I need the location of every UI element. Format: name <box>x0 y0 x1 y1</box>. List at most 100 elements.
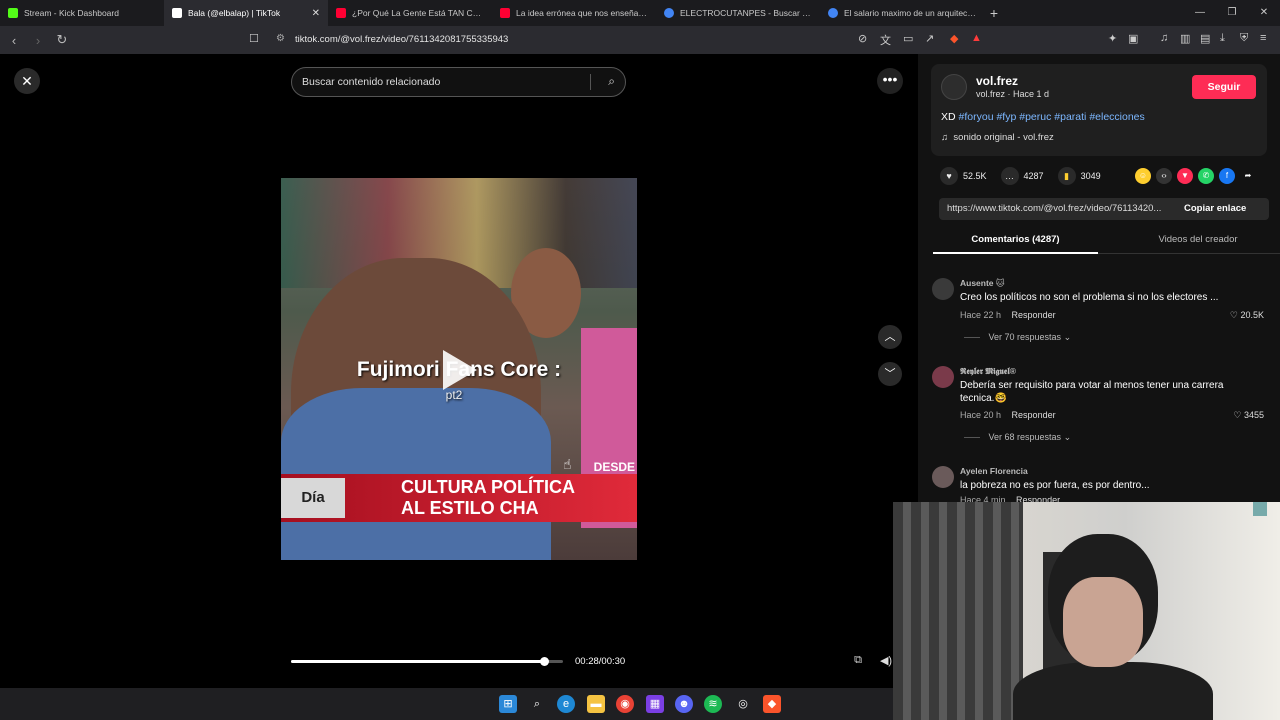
browser-tab[interactable]: ELECTROCUTANPES - Buscar con Goo <box>656 0 820 26</box>
comment-text: la pobreza no es por fuera, es por dentr… <box>960 480 1150 491</box>
comment-like[interactable]: ♡ 3455 <box>1233 410 1264 421</box>
embed-icon[interactable]: ‹› <box>1156 168 1172 184</box>
windows-start-icon[interactable]: ⊞ <box>499 695 517 713</box>
comment-author[interactable]: 𝕽𝖊𝖞𝖑𝖊𝖗 𝕸𝖎𝖌𝖚𝖊𝖑® <box>960 366 1016 377</box>
progress-knob[interactable] <box>539 657 549 666</box>
tab-title: Bala (@elbalap) | TikTok <box>188 8 281 18</box>
app-grid-icon[interactable]: ▦ <box>646 695 664 713</box>
bookmark-icon[interactable]: ☐ <box>249 32 259 45</box>
vpn-icon[interactable]: ⛨ <box>1240 32 1248 45</box>
chevron-down-icon: ⌄ <box>1063 432 1072 442</box>
search-input[interactable] <box>302 76 592 88</box>
chevron-down-icon: ⌄ <box>1063 332 1072 342</box>
translate-off-icon[interactable]: ⊘ <box>858 32 867 45</box>
extensions-icon[interactable]: ✦ <box>1108 32 1117 45</box>
hashtag-link[interactable]: #elecciones <box>1089 111 1144 123</box>
video-player[interactable]: Fujimori Fans Core : pt2 DESDE Día CULTU… <box>281 54 637 688</box>
avatar[interactable] <box>932 466 954 488</box>
brave-shield-icon[interactable]: ◆ <box>950 32 958 45</box>
spotify-icon[interactable]: ≋ <box>704 695 722 713</box>
video-frame[interactable]: Fujimori Fans Core : pt2 DESDE Día CULTU… <box>281 178 637 560</box>
video-progress-bar[interactable] <box>291 657 563 666</box>
more-options-button[interactable]: ••• <box>877 68 903 94</box>
sidebar-icon[interactable]: ▥ <box>1180 32 1190 45</box>
hashtag-link[interactable]: #peruᴄ <box>1019 111 1051 123</box>
url-field[interactable]: tiktok.com/@vol.frez/video/7611342081755… <box>295 34 508 45</box>
friends-share-icon[interactable]: ☺ <box>1135 168 1151 184</box>
sound-link[interactable]: ♫ sonido original - vol.frez <box>941 132 1054 143</box>
view-replies-label: Ver 70 respuestas <box>988 332 1062 342</box>
chrome-icon[interactable]: ◉ <box>616 695 634 713</box>
floating-player-icon[interactable]: ⧉ <box>850 654 866 670</box>
play-icon[interactable] <box>443 350 477 390</box>
reply-button[interactable]: Responder <box>1012 410 1056 420</box>
maximize-icon[interactable]: ❐ <box>1216 0 1248 26</box>
hashtag-link[interactable]: #fyp <box>996 111 1016 123</box>
reload-icon[interactable]: ↻ <box>52 32 72 48</box>
tab-comments[interactable]: Comentarios (4287) <box>933 226 1098 254</box>
volume-icon[interactable]: ◀) <box>878 654 894 670</box>
back-icon[interactable]: ‹ <box>4 33 24 48</box>
browser-tab-active[interactable]: Bala (@elbalap) | TikTok ✕ <box>164 0 328 26</box>
translate-icon[interactable]: 文 <box>880 32 891 48</box>
comment-time: Hace 22 h <box>960 310 1002 320</box>
rewards-icon[interactable]: ▲ <box>971 32 982 44</box>
brave-icon[interactable]: ◆ <box>763 695 781 713</box>
avatar[interactable] <box>941 74 967 100</box>
reply-button[interactable]: Responder <box>1012 310 1056 320</box>
site-info-icon[interactable]: ⚙ <box>276 33 285 44</box>
close-window-icon[interactable]: ✕ <box>1248 0 1280 26</box>
forward-icon[interactable]: › <box>28 33 48 48</box>
downloads-icon[interactable]: ⤓ <box>1220 32 1225 45</box>
send-icon[interactable]: ▼ <box>1177 168 1193 184</box>
kick-favicon-icon <box>8 8 18 18</box>
cast-icon[interactable]: ▭ <box>903 32 913 45</box>
comment-like[interactable]: ♡ 20.5K <box>1230 310 1264 321</box>
previous-video-button[interactable]: ︿ <box>878 325 902 349</box>
minimize-icon[interactable]: — <box>1184 0 1216 26</box>
search-icon[interactable]: ⌕ <box>608 74 615 89</box>
search-icon[interactable]: ⌕ <box>528 695 546 713</box>
obs-icon[interactable]: ◎ <box>734 695 752 713</box>
close-tab-icon[interactable]: ✕ <box>312 8 320 19</box>
avatar[interactable] <box>932 278 954 300</box>
comment-author[interactable]: Ayelen Florencia <box>960 466 1028 476</box>
wallet-icon[interactable]: ▤ <box>1200 32 1210 45</box>
share-arrow-icon[interactable]: ➦ <box>1240 168 1256 184</box>
tab-title: ELECTROCUTANPES - Buscar con Goo <box>680 8 812 18</box>
browser-tab[interactable]: El salario maximo de un arquitecto - <box>820 0 984 26</box>
comment-author[interactable]: Ausente 🐱 <box>960 278 1005 289</box>
comment-button[interactable]: … 4287 <box>1000 167 1044 185</box>
view-replies-button[interactable]: Ver 70 respuestas ⌄ <box>964 332 1072 343</box>
facebook-icon[interactable]: f <box>1219 168 1235 184</box>
close-video-button[interactable]: ✕ <box>14 68 40 94</box>
browser-tab[interactable]: La idea errónea que nos enseñan so <box>492 0 656 26</box>
browser-tab[interactable]: Stream - Kick Dashboard <box>0 0 164 26</box>
new-tab-icon[interactable]: + <box>984 5 1004 21</box>
avatar[interactable] <box>932 366 954 388</box>
menu-icon[interactable]: ≡ <box>1260 32 1266 44</box>
progress-fill <box>291 660 544 663</box>
tab-title: El salario maximo de un arquitecto - <box>844 8 976 18</box>
share-icon[interactable]: ↗ <box>925 32 934 45</box>
file-explorer-icon[interactable]: ▬ <box>587 695 605 713</box>
tab-creator-videos[interactable]: Videos del creador <box>1113 226 1280 254</box>
webcam-corner-icon <box>1253 502 1267 516</box>
next-video-button[interactable]: ﹀ <box>878 362 902 386</box>
author-username[interactable]: vol.frez <box>976 74 1018 88</box>
edge-icon[interactable]: e <box>557 695 575 713</box>
copy-link-button[interactable]: Copiar enlace <box>1184 198 1246 220</box>
hashtag-link[interactable]: #parati <box>1054 111 1086 123</box>
discord-icon[interactable]: ☻ <box>675 695 693 713</box>
music-icon[interactable]: ♫ <box>1160 32 1168 44</box>
view-replies-button[interactable]: Ver 68 respuestas ⌄ <box>964 432 1072 443</box>
comment-icon: … <box>1000 167 1019 185</box>
screenshot-icon[interactable]: ▣ <box>1128 32 1138 45</box>
browser-tab[interactable]: ¿Por Qué La Gente Está TAN Confiad <box>328 0 492 26</box>
like-button[interactable]: ♥ 52.5K <box>940 167 987 185</box>
save-button[interactable]: ▮ 3049 <box>1057 167 1101 185</box>
follow-button[interactable]: Seguir <box>1192 75 1256 99</box>
hashtag-link[interactable]: #foryou <box>959 111 994 123</box>
windows-taskbar: ⊞ ⌕ e ▬ ◉ ▦ ☻ ≋ ◎ ◆ <box>0 688 893 720</box>
whatsapp-icon[interactable]: ✆ <box>1198 168 1214 184</box>
